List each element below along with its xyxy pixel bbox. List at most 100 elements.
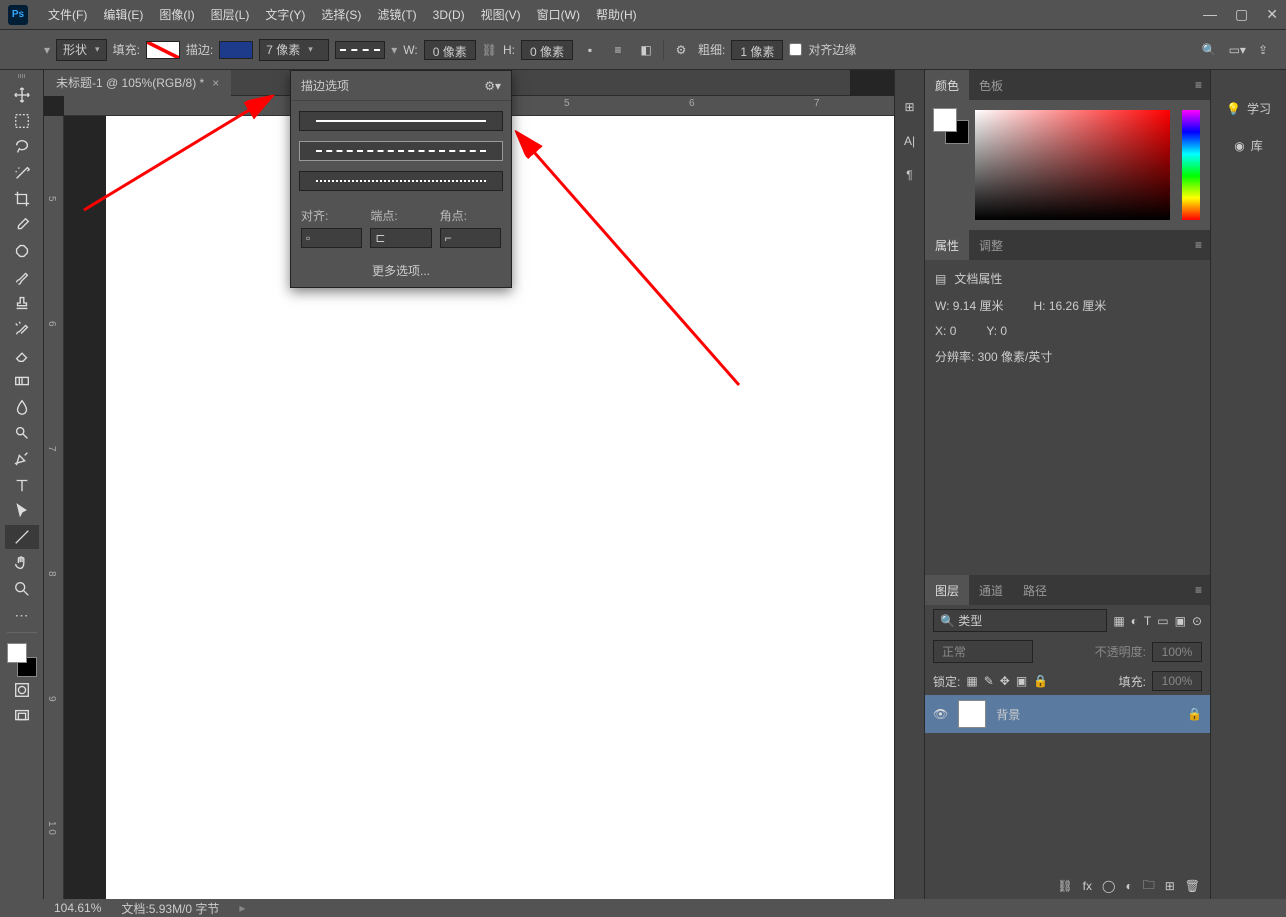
brush-tool[interactable] xyxy=(5,265,39,289)
filter-shape-icon[interactable]: ▭ xyxy=(1157,614,1168,628)
tab-paths[interactable]: 路径 xyxy=(1013,575,1057,605)
search-icon[interactable]: 🔍 xyxy=(1202,43,1217,57)
filter-type-icon[interactable]: T xyxy=(1144,614,1151,628)
heal-tool[interactable] xyxy=(5,239,39,263)
fx-icon[interactable]: fx xyxy=(1083,879,1092,893)
zoom-tool[interactable] xyxy=(5,577,39,601)
arrange-icon[interactable]: ◧ xyxy=(635,39,657,61)
fill-opacity-input[interactable]: 100% xyxy=(1152,671,1202,691)
stroke-dashed-option[interactable] xyxy=(299,141,503,161)
stroke-dotted-option[interactable] xyxy=(299,171,503,191)
eyedropper-tool[interactable] xyxy=(5,213,39,237)
menu-select[interactable]: 选择(S) xyxy=(313,0,369,30)
lock-position-icon[interactable]: ✥ xyxy=(1000,674,1010,688)
marquee-tool[interactable] xyxy=(5,109,39,133)
dock-icon-1[interactable]: ⊞ xyxy=(904,100,914,114)
menu-edit[interactable]: 编辑(E) xyxy=(95,0,151,30)
lock-all-icon[interactable]: 🔒 xyxy=(1033,674,1048,688)
tab-swatches[interactable]: 色板 xyxy=(969,70,1013,100)
visibility-icon[interactable]: 👁 xyxy=(933,707,948,721)
height-input[interactable]: 0 像素 xyxy=(521,40,573,60)
doc-size[interactable]: 文档:5.93M/0 字节 xyxy=(121,900,219,917)
history-brush-tool[interactable] xyxy=(5,317,39,341)
path-ops-icon[interactable]: ▪ xyxy=(579,39,601,61)
stroke-solid-option[interactable] xyxy=(299,111,503,131)
menu-3d[interactable]: 3D(D) xyxy=(425,0,473,30)
hand-tool[interactable] xyxy=(5,551,39,575)
tab-properties[interactable]: 属性 xyxy=(925,230,969,260)
caps-dropdown[interactable]: ⊏ xyxy=(370,228,431,248)
close-button[interactable]: ✕ xyxy=(1266,6,1278,23)
pen-tool[interactable] xyxy=(5,447,39,471)
group-icon[interactable]: 🗀 xyxy=(1143,876,1155,897)
menu-view[interactable]: 视图(V) xyxy=(473,0,529,30)
filter-adjust-icon[interactable]: ◐ xyxy=(1131,614,1138,628)
type-tool[interactable] xyxy=(5,473,39,497)
lock-pixels-icon[interactable]: ▦ xyxy=(966,674,977,688)
libraries-button[interactable]: ◉ 库 xyxy=(1234,137,1263,154)
lock-brush-icon[interactable]: ✎ xyxy=(984,674,994,688)
link-icon[interactable]: ⛓ xyxy=(482,43,497,57)
width-input[interactable]: 0 像素 xyxy=(424,40,476,60)
weight-input[interactable]: 1 像素 xyxy=(731,40,783,60)
document-tab[interactable]: 未标题-1 @ 105%(RGB/8) * × xyxy=(44,70,231,96)
close-tab-icon[interactable]: × xyxy=(212,76,219,90)
align-icon[interactable]: ≡ xyxy=(607,39,629,61)
panel-menu-icon[interactable]: ≡ xyxy=(1195,583,1210,597)
menu-type[interactable]: 文字(Y) xyxy=(257,0,313,30)
current-tool-icon[interactable] xyxy=(8,35,38,65)
mask-icon[interactable]: ◯ xyxy=(1102,879,1115,893)
corners-dropdown[interactable]: ⌐ xyxy=(440,228,501,248)
stroke-width-input[interactable]: 7 像素 xyxy=(259,39,329,61)
lock-artboard-icon[interactable]: ▣ xyxy=(1016,674,1027,688)
hue-slider[interactable] xyxy=(1182,110,1200,220)
align-edges-checkbox[interactable] xyxy=(789,43,802,56)
layer-filter[interactable]: 🔍 类型 xyxy=(933,609,1107,632)
wand-tool[interactable] xyxy=(5,161,39,185)
blend-mode-dropdown[interactable]: 正常 xyxy=(933,640,1033,663)
menu-help[interactable]: 帮助(H) xyxy=(588,0,645,30)
menu-file[interactable]: 文件(F) xyxy=(40,0,95,30)
tab-color[interactable]: 颜色 xyxy=(925,70,969,100)
workspace-icon[interactable]: ▭▾ xyxy=(1229,43,1246,57)
blur-tool[interactable] xyxy=(5,395,39,419)
tab-adjustments[interactable]: 调整 xyxy=(969,230,1013,260)
dock-icon-3[interactable]: ¶ xyxy=(906,168,912,182)
share-icon[interactable]: ⇪ xyxy=(1258,43,1268,57)
line-tool[interactable] xyxy=(5,525,39,549)
menu-window[interactable]: 窗口(W) xyxy=(529,0,588,30)
menu-layer[interactable]: 图层(L) xyxy=(203,0,258,30)
fill-swatch[interactable] xyxy=(146,41,180,59)
delete-icon[interactable]: 🗑 xyxy=(1185,879,1200,893)
maximize-button[interactable]: ▢ xyxy=(1235,6,1248,23)
layer-row[interactable]: 👁 背景 🔒 xyxy=(925,695,1210,733)
filter-pixel-icon[interactable]: ▦ xyxy=(1113,614,1124,628)
adjustment-icon[interactable]: ◐ xyxy=(1125,879,1132,893)
stroke-swatch[interactable] xyxy=(219,41,253,59)
learn-button[interactable]: 💡 学习 xyxy=(1226,100,1271,117)
link-layers-icon[interactable]: ⛓ xyxy=(1057,879,1072,893)
crop-tool[interactable] xyxy=(5,187,39,211)
dodge-tool[interactable] xyxy=(5,421,39,445)
panel-menu-icon[interactable]: ≡ xyxy=(1195,78,1210,92)
lasso-tool[interactable] xyxy=(5,135,39,159)
gradient-tool[interactable] xyxy=(5,369,39,393)
screen-mode[interactable] xyxy=(5,704,39,728)
panel-menu-icon[interactable]: ≡ xyxy=(1195,238,1210,252)
move-tool[interactable] xyxy=(5,83,39,107)
opacity-input[interactable]: 100% xyxy=(1152,642,1202,662)
stamp-tool[interactable] xyxy=(5,291,39,315)
zoom-level[interactable]: 104.61% xyxy=(54,901,101,915)
stroke-type-dropdown[interactable] xyxy=(335,41,385,59)
menu-image[interactable]: 图像(I) xyxy=(151,0,202,30)
dock-icon-2[interactable]: A| xyxy=(904,134,915,148)
color-swatches[interactable] xyxy=(5,643,39,677)
new-layer-icon[interactable]: ⊞ xyxy=(1165,879,1175,893)
shape-mode-dropdown[interactable]: 形状 xyxy=(56,39,107,61)
popup-gear-icon[interactable]: ⚙▾ xyxy=(484,79,501,93)
menu-filter[interactable]: 滤镜(T) xyxy=(369,0,424,30)
filter-smart-icon[interactable]: ▣ xyxy=(1175,614,1186,628)
tab-layers[interactable]: 图层 xyxy=(925,575,969,605)
eraser-tool[interactable] xyxy=(5,343,39,367)
more-options-button[interactable]: 更多选项... xyxy=(291,254,511,287)
